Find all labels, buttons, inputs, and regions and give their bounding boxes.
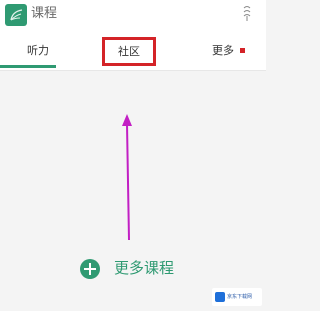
page-title: 课程: [31, 6, 58, 21]
tab-listening[interactable]: 听力: [0, 36, 90, 68]
watermark: 京东下载网: [212, 288, 262, 306]
notification-dot: [240, 48, 245, 53]
active-tab-indicator: [0, 65, 56, 68]
tab-label: 听力: [27, 44, 49, 57]
arrow-up-icon: [122, 114, 132, 241]
site-logo-icon: [215, 292, 225, 302]
tab-more[interactable]: 更多: [208, 36, 266, 68]
antenna-icon[interactable]: [240, 4, 254, 24]
more-courses-label: 更多课程: [114, 259, 175, 277]
plus-circle-icon: [80, 259, 100, 279]
top-bar: 课程: [0, 0, 266, 36]
tab-label: 社区: [118, 45, 140, 58]
tab-bar: 听力 社区 更多: [0, 36, 266, 71]
tab-label: 更多: [212, 44, 234, 57]
leaf-logo-icon: [5, 4, 27, 26]
watermark-text: 京东下载网: [227, 294, 253, 300]
tab-community[interactable]: 社区: [102, 37, 156, 66]
